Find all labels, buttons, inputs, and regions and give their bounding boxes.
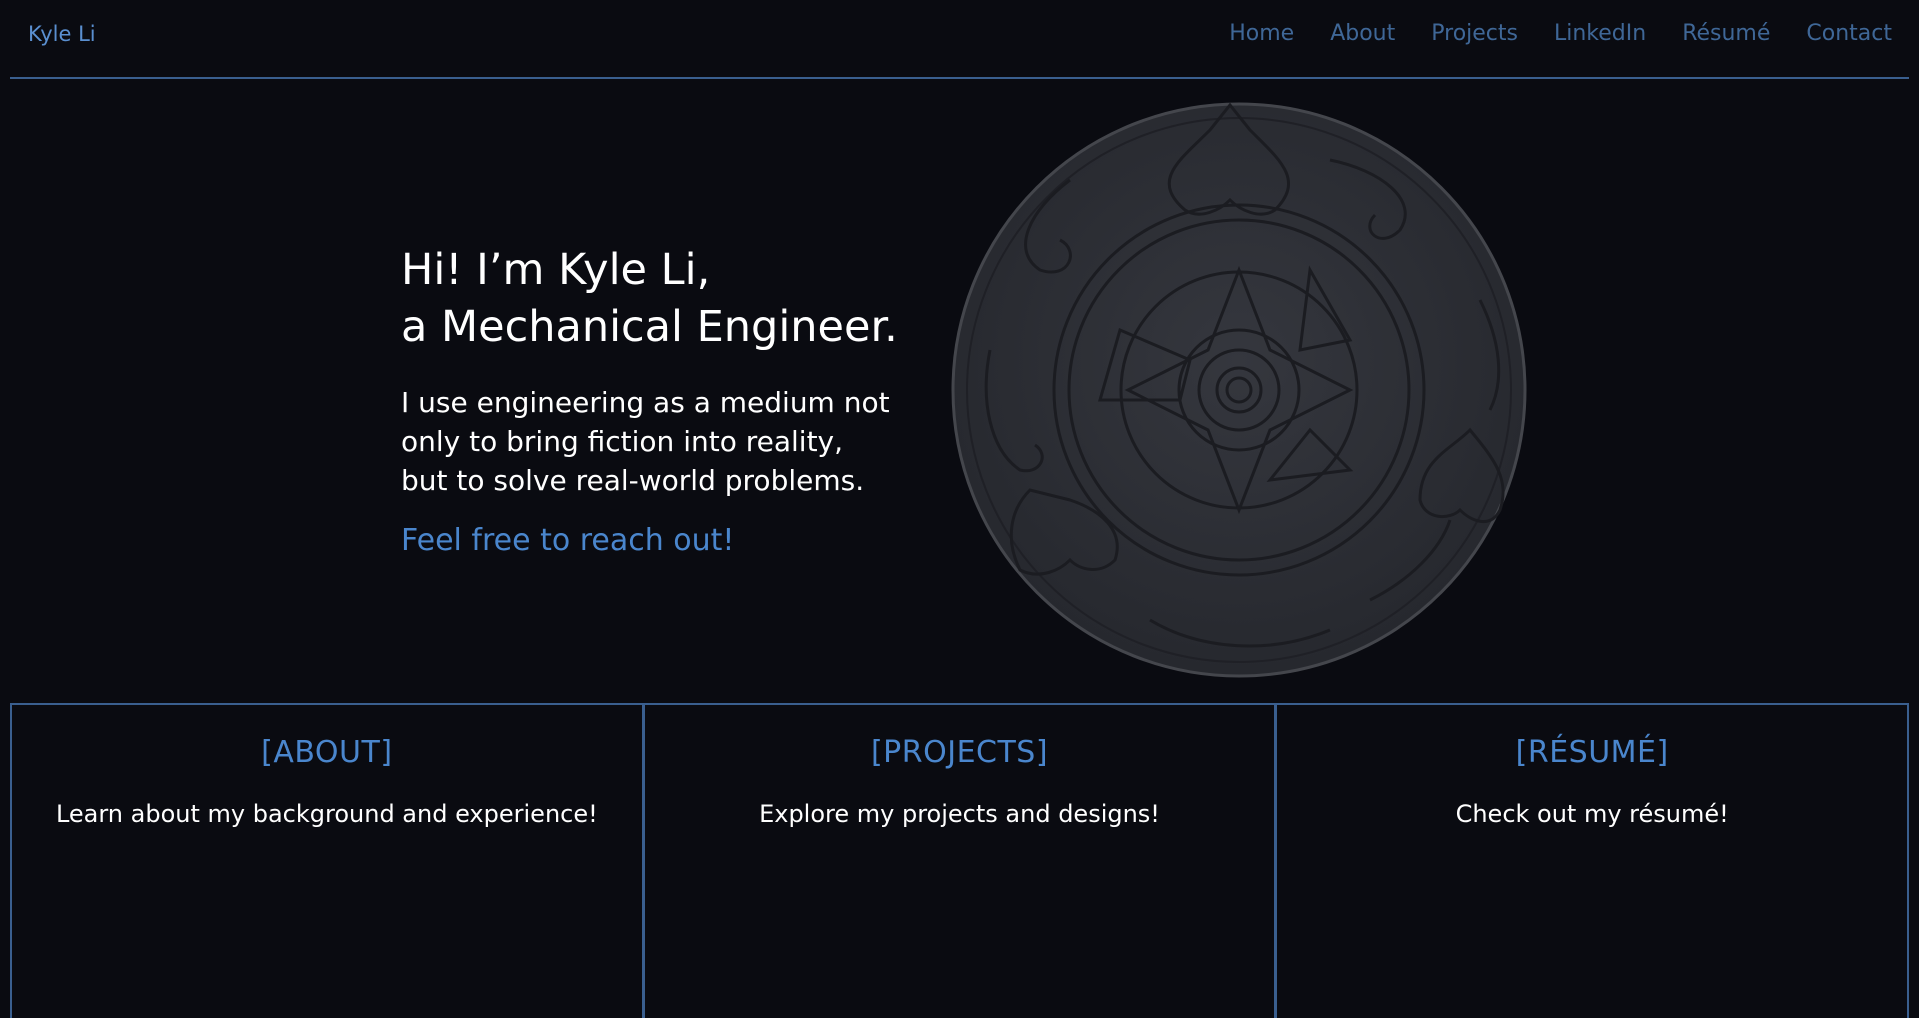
hero-headline: Hi! I’m Kyle Li, a Mechanical Engineer. (401, 242, 961, 356)
hero-section: Hi! I’m Kyle Li, a Mechanical Engineer. … (401, 242, 961, 558)
card-resume[interactable]: [RÉSUMÉ] Check out my résumé! (1274, 705, 1907, 1018)
tagline-line-2: only to bring fiction into reality, (401, 425, 844, 458)
headline-line-2: a Mechanical Engineer. (401, 302, 898, 352)
hero-tagline: I use engineering as a medium not only t… (401, 383, 961, 500)
coin-emblem-image (951, 102, 1527, 678)
top-header: Kyle Li Home About Projects LinkedIn Rés… (10, 0, 1909, 79)
nav-contact[interactable]: Contact (1806, 21, 1892, 46)
card-resume-title: [RÉSUMÉ] (1515, 735, 1669, 770)
nav-projects[interactable]: Projects (1431, 21, 1518, 46)
nav-about[interactable]: About (1330, 21, 1395, 46)
card-projects-desc: Explore my projects and designs! (759, 800, 1160, 828)
brand-link[interactable]: Kyle Li (28, 22, 96, 46)
headline-line-1: Hi! I’m Kyle Li, (401, 245, 711, 295)
reach-out-link[interactable]: Feel free to reach out! (401, 523, 734, 558)
page: Kyle Li Home About Projects LinkedIn Rés… (0, 0, 1919, 1018)
tagline-line-3: but to solve real-world problems. (401, 464, 865, 497)
nav-resume[interactable]: Résumé (1682, 21, 1770, 46)
tagline-line-1: I use engineering as a medium not (401, 386, 890, 419)
nav-home[interactable]: Home (1229, 21, 1294, 46)
card-about[interactable]: [ABOUT] Learn about my background and ex… (12, 705, 642, 1018)
nav-linkedin[interactable]: LinkedIn (1554, 21, 1646, 46)
card-projects[interactable]: [PROJECTS] Explore my projects and desig… (641, 705, 1275, 1018)
feature-cards: [ABOUT] Learn about my background and ex… (10, 703, 1909, 1018)
card-about-title: [ABOUT] (261, 735, 393, 770)
card-resume-desc: Check out my résumé! (1455, 800, 1729, 828)
main-nav: Home About Projects LinkedIn Résumé Cont… (1229, 21, 1892, 46)
card-projects-title: [PROJECTS] (870, 735, 1049, 770)
card-about-desc: Learn about my background and experience… (55, 800, 598, 828)
